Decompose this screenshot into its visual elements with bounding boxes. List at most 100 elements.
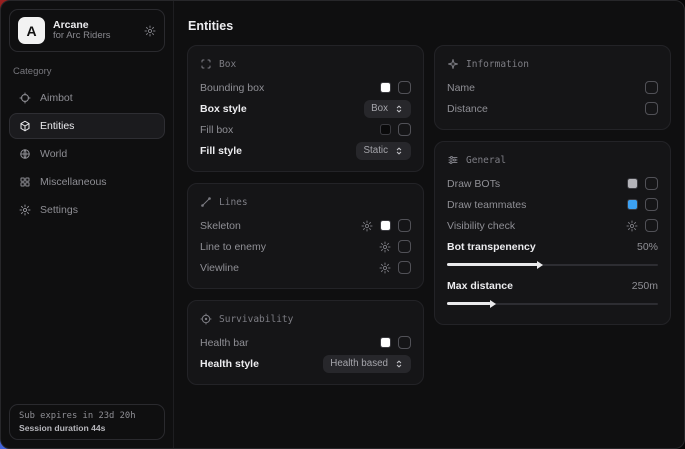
bounding-box-label: Bounding box [200, 82, 264, 94]
card-header: Box [200, 58, 411, 70]
box-style-label: Box style [200, 103, 247, 115]
draw-teammates-label: Draw teammates [447, 199, 526, 211]
gear-icon[interactable] [379, 241, 391, 253]
app-window: A Arcane for Arc Riders Category AimbotE… [0, 0, 685, 449]
subscription-info: Sub expires in 23d 20h Session duration … [9, 404, 165, 440]
bot-transpenency-value: 50% [637, 241, 658, 253]
fill-style-select[interactable]: Static [356, 142, 411, 160]
distance-row: Distance [447, 98, 658, 119]
max-distance-slider[interactable] [447, 299, 658, 308]
visibility-check-row: Visibility check [447, 215, 658, 236]
line-to-enemy-row: Line to enemy [200, 236, 411, 257]
globe-icon [19, 148, 31, 160]
health-style-selected-value: Health based [330, 358, 388, 369]
box-style-row: Box style Box [200, 98, 411, 119]
card-lines: Lines Skeleton Line to enemy Viewline [187, 183, 424, 289]
bounding-box-color-swatch[interactable] [380, 82, 391, 93]
max-distance-slider-thumb[interactable] [490, 300, 496, 308]
sidebar-item-label: Settings [40, 204, 78, 216]
name-checkbox[interactable] [645, 81, 658, 94]
max-distance-value: 250m [632, 280, 658, 292]
max-distance-row: Max distance 250m [447, 275, 658, 296]
draw-bots-checkbox[interactable] [645, 177, 658, 190]
draw-teammates-color-swatch[interactable] [627, 199, 638, 210]
card-header: Lines [200, 196, 411, 208]
category-label: Category [13, 66, 161, 77]
bot-transpenency-slider[interactable] [447, 260, 658, 269]
gear-icon[interactable] [379, 262, 391, 274]
survivability-icon [200, 313, 212, 325]
viewline-label: Viewline [200, 262, 239, 274]
sidebar-item-settings[interactable]: Settings [9, 197, 165, 223]
health-style-select[interactable]: Health based [323, 355, 411, 373]
card-header: Survivability [200, 313, 411, 325]
box-style-select[interactable]: Box [364, 100, 411, 118]
fill-box-checkbox[interactable] [398, 123, 411, 136]
card-box: Box Bounding box Box style Box Fill box Fill … [187, 45, 424, 172]
skeleton-row: Skeleton [200, 215, 411, 236]
line-icon [200, 196, 212, 208]
card-title: Survivability [219, 314, 293, 325]
chevrons-up-down-icon [394, 146, 404, 156]
chevrons-up-down-icon [394, 359, 404, 369]
gear-icon [19, 204, 31, 216]
card-title: General [466, 155, 506, 166]
fill-box-row: Fill box [200, 119, 411, 140]
draw-bots-color-swatch[interactable] [627, 178, 638, 189]
sidebar-item-label: Miscellaneous [40, 176, 107, 188]
fill-box-color-swatch[interactable] [380, 124, 391, 135]
distance-label: Distance [447, 103, 488, 115]
left-column: Box Bounding box Box style Box Fill box Fill … [187, 45, 424, 385]
name-label: Name [447, 82, 475, 94]
card-header: General [447, 154, 658, 166]
sidebar-item-label: Entities [40, 120, 74, 132]
session-duration-text: Session duration 44s [19, 423, 155, 433]
main-panel: Entities BoxBounding boxBox styleBoxFill… [174, 1, 684, 448]
viewline-row: Viewline [200, 257, 411, 278]
card-general: General Draw BOTs Draw teammates Visibility… [434, 141, 671, 325]
scan-icon [200, 58, 212, 70]
draw-teammates-row: Draw teammates [447, 194, 658, 215]
card-title: Lines [219, 197, 248, 208]
chevrons-up-down-icon [394, 104, 404, 114]
draw-teammates-checkbox[interactable] [645, 198, 658, 211]
max-distance-label: Max distance [447, 280, 513, 292]
skeleton-color-swatch[interactable] [380, 220, 391, 231]
app-subtitle: for Arc Riders [53, 31, 136, 42]
skeleton-label: Skeleton [200, 220, 241, 232]
visibility-check-checkbox[interactable] [645, 219, 658, 232]
fill-box-label: Fill box [200, 124, 233, 136]
card-survivability: Survivability Health bar Health style Healt… [187, 300, 424, 385]
gear-icon[interactable] [361, 220, 373, 232]
sidebar-nav: Aimbot Entities World Miscellaneous Settings [9, 85, 165, 223]
bot-transpenency-slider-thumb[interactable] [537, 261, 543, 269]
bounding-box-checkbox[interactable] [398, 81, 411, 94]
draw-bots-row: Draw BOTs [447, 173, 658, 194]
line-to-enemy-checkbox[interactable] [398, 240, 411, 253]
name-row: Name [447, 77, 658, 98]
sidebar-item-miscellaneous[interactable]: Miscellaneous [9, 169, 165, 195]
entities-icon [19, 120, 31, 132]
sidebar-item-label: World [40, 148, 67, 160]
fill-style-row: Fill styleStatic [200, 140, 411, 161]
general-icon [447, 154, 459, 166]
box-style-selected-value: Box [371, 103, 388, 114]
health-bar-color-swatch[interactable] [380, 337, 391, 348]
health-bar-checkbox[interactable] [398, 336, 411, 349]
sidebar-item-world[interactable]: World [9, 141, 165, 167]
bot-transpenency-label: Bot transpenency [447, 241, 536, 253]
health-bar-label: Health bar [200, 337, 248, 349]
sub-expiry-text: Sub expires in 23d 20h [19, 411, 155, 421]
viewline-checkbox[interactable] [398, 261, 411, 274]
sidebar-item-aimbot[interactable]: Aimbot [9, 85, 165, 111]
crosshair-icon [19, 92, 31, 104]
health-style-label: Health style [200, 358, 259, 370]
sidebar-item-entities[interactable]: Entities [9, 113, 165, 139]
gear-icon[interactable] [626, 220, 638, 232]
info-icon [447, 58, 459, 70]
unload-icon[interactable] [144, 25, 156, 37]
card-header: Information [447, 58, 658, 70]
draw-bots-label: Draw BOTs [447, 178, 500, 190]
distance-checkbox[interactable] [645, 102, 658, 115]
skeleton-checkbox[interactable] [398, 219, 411, 232]
